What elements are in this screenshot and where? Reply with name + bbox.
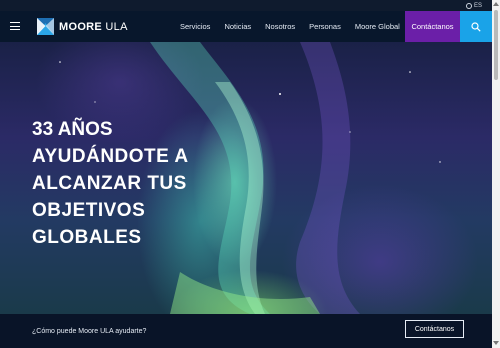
- nav-link-servicios[interactable]: Servicios: [180, 22, 210, 31]
- hero-headline-line-3: ALCANZAR TUS: [32, 173, 187, 194]
- page-scrollbar[interactable]: [492, 0, 500, 348]
- main-navbar: MOORE ULA Servicios Noticias Nosotros Pe…: [0, 11, 492, 42]
- hero-banner: 33 AÑOS AYUDÁNDOTE A ALCANZAR TUS OBJETI…: [0, 42, 492, 314]
- scrollbar-thumb[interactable]: [494, 10, 498, 80]
- search-icon: [471, 21, 481, 32]
- logo-text-rest: ULA: [105, 20, 128, 33]
- nav-link-noticias[interactable]: Noticias: [224, 22, 251, 31]
- contact-cta-bar: ¿Cómo puede Moore ULA ayudarte? Contácta…: [0, 314, 492, 348]
- hero-headline-line-5: GLOBALES: [32, 227, 142, 248]
- nav-link-personas[interactable]: Personas: [309, 22, 341, 31]
- nav-links: Servicios Noticias Nosotros Personas Moo…: [180, 11, 414, 42]
- hero-headline-line-4: OBJETIVOS: [32, 200, 146, 221]
- contact-cta-button[interactable]: Contáctanos: [405, 320, 464, 338]
- nav-link-moore-global[interactable]: Moore Global: [355, 22, 400, 31]
- scroll-down-arrow-icon[interactable]: [493, 341, 499, 345]
- contact-nav-button[interactable]: Contáctanos: [405, 11, 460, 42]
- hero-headline-line-2: AYUDÁNDOTE A: [32, 146, 189, 167]
- cta-question: ¿Cómo puede Moore ULA ayudarte?: [32, 327, 147, 335]
- scroll-up-arrow-icon[interactable]: [493, 2, 499, 6]
- hamburger-icon[interactable]: [10, 22, 20, 30]
- logo-text: MOORE ULA: [59, 21, 128, 33]
- language-selector[interactable]: ES: [465, 2, 482, 9]
- hero-headline: 33 AÑOS AYUDÁNDOTE A ALCANZAR TUS OBJETI…: [32, 116, 189, 251]
- language-label: ES: [473, 2, 482, 9]
- logo-text-bold: MOORE: [59, 20, 103, 33]
- search-button[interactable]: [460, 11, 492, 42]
- top-utility-bar: ES: [0, 0, 492, 11]
- moore-logo-icon: [37, 18, 54, 35]
- globe-icon: [465, 2, 472, 9]
- nav-link-nosotros[interactable]: Nosotros: [265, 22, 295, 31]
- site-logo[interactable]: MOORE ULA: [37, 18, 128, 35]
- hero-headline-line-1: 33 AÑOS: [32, 119, 113, 140]
